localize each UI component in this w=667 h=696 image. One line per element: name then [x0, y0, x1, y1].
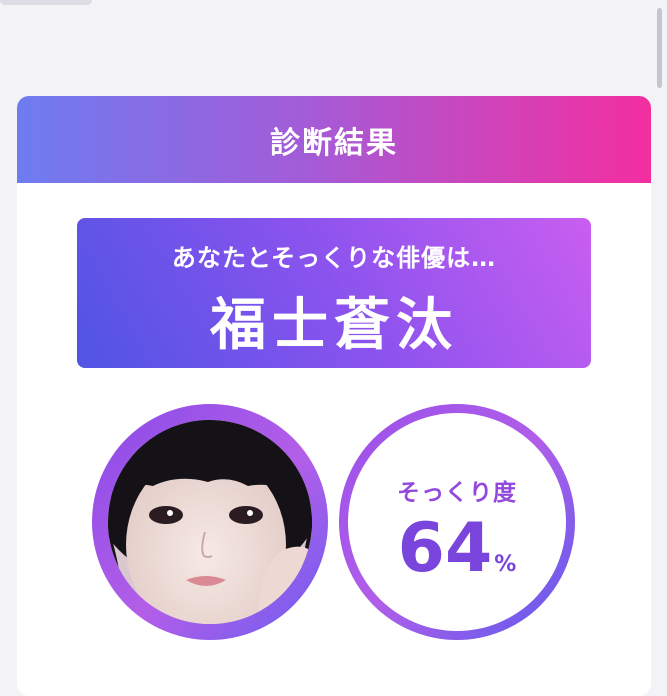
- user-photo: [108, 420, 312, 624]
- similarity-number: 64: [397, 509, 493, 588]
- similarity-ring: そっくり度 64%: [339, 404, 575, 640]
- scrollbar-thumb[interactable]: [657, 8, 662, 88]
- similarity-score: 64%: [348, 509, 566, 605]
- face-illustration: [108, 420, 312, 624]
- similarity-unit: %: [494, 552, 517, 577]
- actor-result-box: あなたとそっくりな俳優は… 福士蒼汰: [77, 218, 591, 368]
- similarity-label: そっくり度: [397, 480, 517, 506]
- top-tab-edge: [0, 0, 92, 5]
- actor-name: 福士蒼汰: [210, 293, 458, 358]
- photo-ring: [92, 404, 328, 640]
- result-card: 診断結果 あなたとそっくりな俳優は… 福士蒼汰 そっくり度 64%: [17, 96, 651, 696]
- similarity-panel: そっくり度 64%: [348, 413, 566, 631]
- result-intro-text: あなたとそっくりな俳優は…: [171, 244, 497, 272]
- card-header: 診断結果: [17, 96, 651, 183]
- page-title: 診断結果: [270, 125, 398, 161]
